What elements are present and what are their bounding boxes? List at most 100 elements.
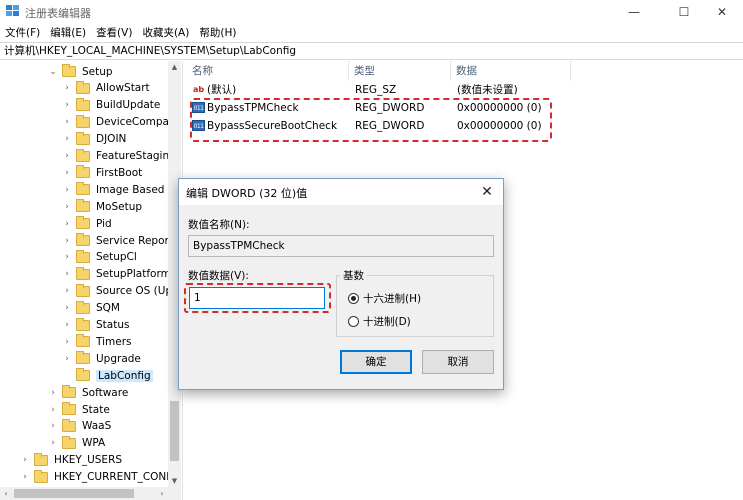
chevron-right-icon[interactable]: ›	[48, 388, 58, 398]
tree-item-label: SQM	[96, 302, 120, 315]
value-name-field: BypassTPMCheck	[188, 235, 494, 257]
dialog-close-icon[interactable]: ✕	[477, 182, 497, 202]
chevron-right-icon[interactable]: ›	[62, 337, 72, 347]
radio-hex-icon[interactable]	[348, 293, 359, 304]
tree-item[interactable]: › FirstBoot	[62, 164, 142, 181]
maximize-button[interactable]: ☐	[663, 0, 705, 24]
tree-item[interactable]: › DeviceCompat	[62, 114, 168, 131]
chevron-right-icon[interactable]: ›	[62, 117, 72, 127]
menu-edit[interactable]: 编辑(E)	[45, 25, 91, 41]
column-header-type[interactable]: 类型	[349, 61, 451, 81]
string-value-icon: ab	[192, 85, 205, 94]
tree-item[interactable]: › Pid	[62, 215, 112, 232]
folder-icon	[76, 182, 90, 196]
tree-item[interactable]: › SetupCl	[62, 249, 137, 266]
chevron-right-icon[interactable]: ›	[62, 151, 72, 161]
chevron-right-icon[interactable]: ›	[62, 320, 72, 330]
tree-item-label: Source OS (Upc	[96, 285, 168, 298]
cancel-button[interactable]: 取消	[422, 350, 494, 374]
scroll-right-arrow-icon[interactable]: ›	[156, 487, 168, 500]
menu-view[interactable]: 查看(V)	[91, 25, 137, 41]
tree-item[interactable]: › Upgrade	[62, 350, 141, 367]
tree-item[interactable]: › HKEY_USERS	[20, 452, 122, 469]
tree-item[interactable]: › BuildUpdate	[62, 97, 160, 114]
menu-help[interactable]: 帮助(H)	[194, 25, 241, 41]
value-row[interactable]: ab (默认) REG_SZ (数值未设置)	[187, 81, 587, 99]
tree-item[interactable]: › Source OS (Upc	[62, 283, 168, 300]
tree-item[interactable]: › Software	[48, 384, 128, 401]
minimize-button[interactable]: —	[613, 0, 655, 24]
tree-item[interactable]: › WPA	[48, 435, 105, 452]
scroll-left-arrow-icon[interactable]: ‹	[0, 487, 12, 500]
chevron-right-icon[interactable]: ›	[62, 219, 72, 229]
tree-item[interactable]: › WaaS	[48, 418, 111, 435]
chevron-right-icon[interactable]: ›	[20, 455, 30, 465]
menu-file[interactable]: 文件(F)	[0, 25, 45, 41]
scroll-up-arrow-icon[interactable]: ▲	[168, 61, 181, 73]
tree-item-label: FirstBoot	[96, 166, 143, 179]
chevron-right-icon[interactable]: ›	[20, 472, 30, 482]
folder-icon	[76, 317, 90, 331]
radio-hex[interactable]: 十六进制(H)	[348, 291, 421, 306]
tree-item-label: Software	[82, 386, 129, 399]
tree-item-label: DJOIN	[96, 133, 127, 146]
folder-icon	[76, 351, 90, 365]
scroll-down-arrow-icon[interactable]: ▼	[168, 475, 181, 487]
tree-item-label: BuildUpdate	[96, 99, 161, 112]
tree-item[interactable]: › MoSetup	[62, 198, 142, 215]
chevron-right-icon[interactable]: ›	[62, 83, 72, 93]
chevron-right-icon[interactable]: ›	[62, 252, 72, 262]
tree-item[interactable]: › DJOIN	[62, 131, 126, 148]
tree-item[interactable]: LabConfig	[62, 367, 153, 384]
tree-item[interactable]: › Image Based Se	[62, 181, 168, 198]
tree-item-label: Upgrade	[96, 352, 141, 365]
folder-icon	[62, 64, 76, 77]
chevron-right-icon[interactable]: ›	[62, 354, 72, 364]
scrollbar-thumb[interactable]	[170, 401, 179, 461]
tree-item-label: SetupCl	[96, 251, 137, 264]
radio-dec-icon[interactable]	[348, 316, 359, 327]
menu-favorites[interactable]: 收藏夹(A)	[137, 25, 194, 41]
folder-icon	[76, 300, 90, 314]
chevron-right-icon[interactable]: ›	[62, 100, 72, 110]
chevron-right-icon[interactable]: ›	[62, 236, 72, 246]
chevron-right-icon[interactable]: ›	[62, 303, 72, 313]
tree-item[interactable]: › SetupPlatform	[62, 266, 168, 283]
folder-icon	[76, 114, 90, 128]
tree-item[interactable]: › State	[48, 401, 110, 418]
scrollbar-thumb[interactable]	[14, 489, 134, 498]
tree-item[interactable]: › AllowStart	[62, 80, 150, 97]
tree-item[interactable]: › Timers	[62, 333, 131, 350]
folder-icon	[76, 199, 90, 213]
address-bar[interactable]: 计算机\HKEY_LOCAL_MACHINE\SYSTEM\Setup\LabC…	[0, 42, 743, 60]
tree-item-label: SetupPlatform	[96, 268, 168, 281]
tree-item[interactable]: › SQM	[62, 300, 120, 317]
chevron-right-icon[interactable]: ›	[48, 405, 58, 415]
ok-button[interactable]: 确定	[340, 350, 412, 374]
tree-item[interactable]: › Service Reportin	[62, 232, 168, 249]
tree-item-label: Image Based Se	[96, 183, 168, 196]
chevron-right-icon[interactable]: ›	[62, 269, 72, 279]
chevron-right-icon[interactable]: ›	[62, 134, 72, 144]
chevron-right-icon[interactable]: ›	[62, 286, 72, 296]
list-header: 名称 类型 数据	[187, 61, 743, 81]
chevron-right-icon[interactable]: ›	[48, 438, 58, 448]
column-header-data[interactable]: 数据	[451, 61, 571, 81]
chevron-right-icon[interactable]: ›	[48, 421, 58, 431]
tree-item-label: WaaS	[82, 420, 112, 433]
folder-icon	[76, 233, 90, 246]
tree-horizontal-scrollbar[interactable]: ‹ ›	[0, 487, 181, 500]
tree-item[interactable]: › FeatureStaging	[62, 148, 168, 165]
column-header-name[interactable]: 名称	[187, 61, 349, 81]
tree-item[interactable]: ⌄ Setup	[48, 63, 113, 80]
tree-item[interactable]: › HKEY_CURRENT_CONFIG	[20, 469, 168, 486]
highlight-annotation	[184, 283, 331, 313]
chevron-right-icon[interactable]: ›	[62, 185, 72, 195]
chevron-right-icon[interactable]: ›	[62, 168, 72, 178]
tree-item[interactable]: › Status	[62, 317, 129, 334]
chevron-down-icon[interactable]: ⌄	[48, 67, 58, 77]
chevron-right-icon[interactable]: ›	[62, 202, 72, 212]
tree-item-label: AllowStart	[96, 82, 150, 95]
close-button[interactable]: ✕	[701, 0, 743, 24]
radio-dec[interactable]: 十进制(D)	[348, 314, 411, 329]
